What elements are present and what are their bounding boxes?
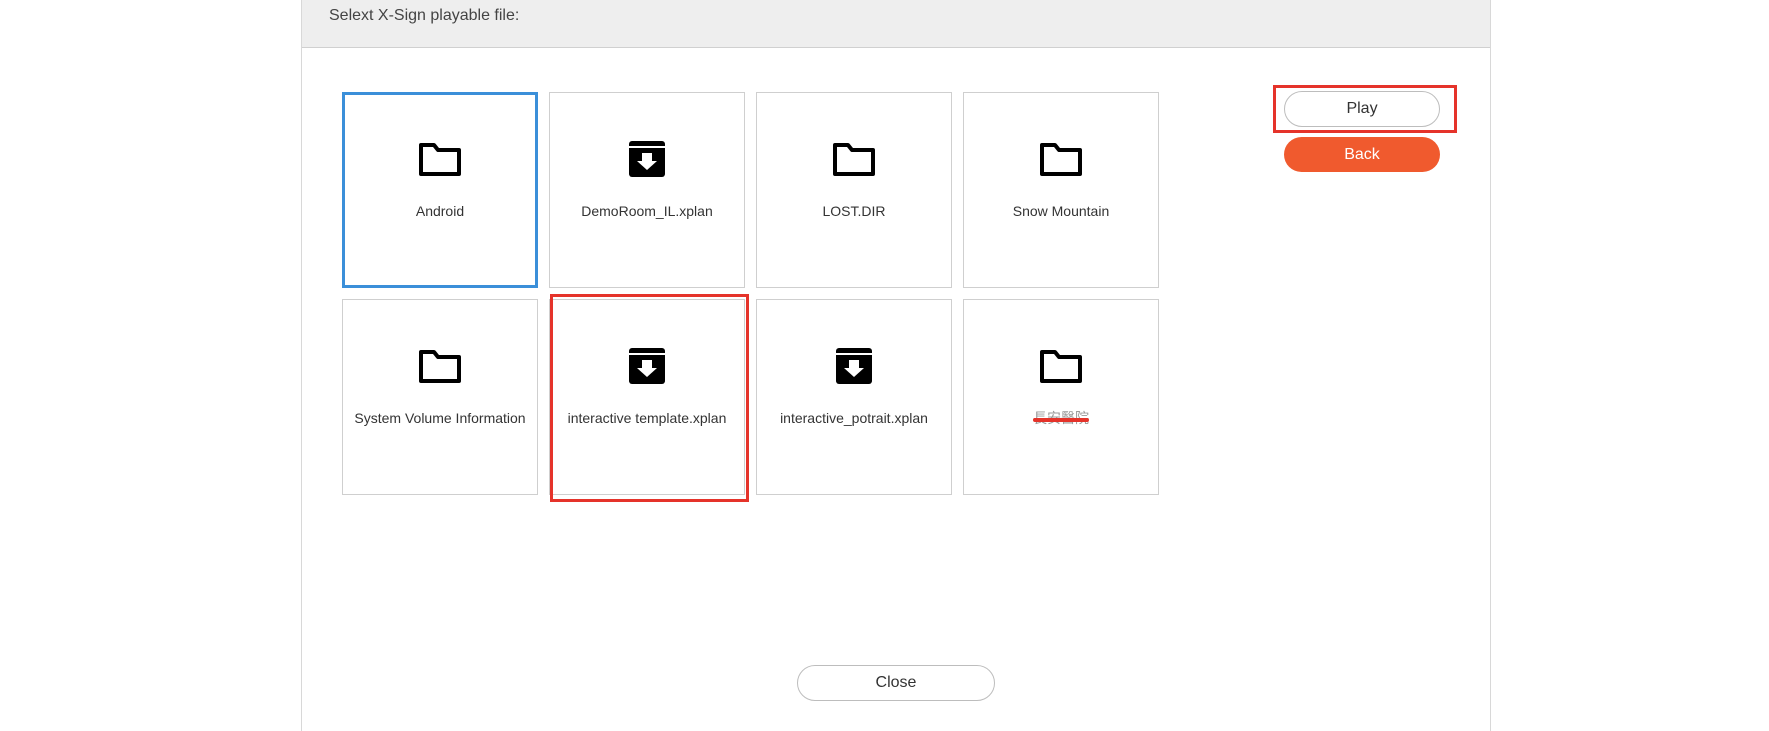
folder-icon [833, 143, 875, 176]
dialog-title: Selext X-Sign playable file: [329, 7, 520, 24]
play-button[interactable]: Play [1284, 91, 1440, 127]
file-tile-interactive-potrait[interactable]: interactive_potrait.xplan [756, 299, 952, 495]
file-tile-label: interactive_potrait.xplan [780, 410, 928, 426]
file-tile-snow-mountain[interactable]: Snow Mountain [963, 92, 1159, 288]
close-button[interactable]: Close [797, 665, 995, 701]
redacted-filename: 長安醫院 [1033, 410, 1089, 426]
dialog-header: Selext X-Sign playable file: [302, 0, 1490, 48]
back-button[interactable]: Back [1284, 137, 1440, 172]
folder-icon [419, 143, 461, 176]
file-tile-redacted-folder[interactable]: 長安醫院 [963, 299, 1159, 495]
file-tile-label: LOST.DIR [822, 203, 886, 219]
file-tile-label: System Volume Information [354, 410, 526, 426]
file-tile-android[interactable]: Android [342, 92, 538, 288]
folder-icon [1040, 143, 1082, 176]
file-tile-label: Android [415, 203, 465, 219]
file-tile-label: Snow Mountain [1012, 203, 1110, 219]
file-tile-label: DemoRoom_IL.xplan [581, 203, 713, 219]
download-box-icon [629, 141, 665, 177]
file-tile-demoroom[interactable]: DemoRoom_IL.xplan [549, 92, 745, 288]
download-box-icon [836, 348, 872, 384]
file-tile-lost-dir[interactable]: LOST.DIR [756, 92, 952, 288]
file-tile-label: 長安醫院 [968, 410, 1154, 427]
folder-icon [419, 350, 461, 383]
file-tile-label: interactive template.xplan [567, 410, 727, 426]
download-box-icon [629, 348, 665, 384]
file-tile-interactive-template[interactable]: interactive template.xplan [549, 299, 745, 495]
file-tile-system-volume-information[interactable]: System Volume Information [342, 299, 538, 495]
folder-icon [1040, 350, 1082, 383]
